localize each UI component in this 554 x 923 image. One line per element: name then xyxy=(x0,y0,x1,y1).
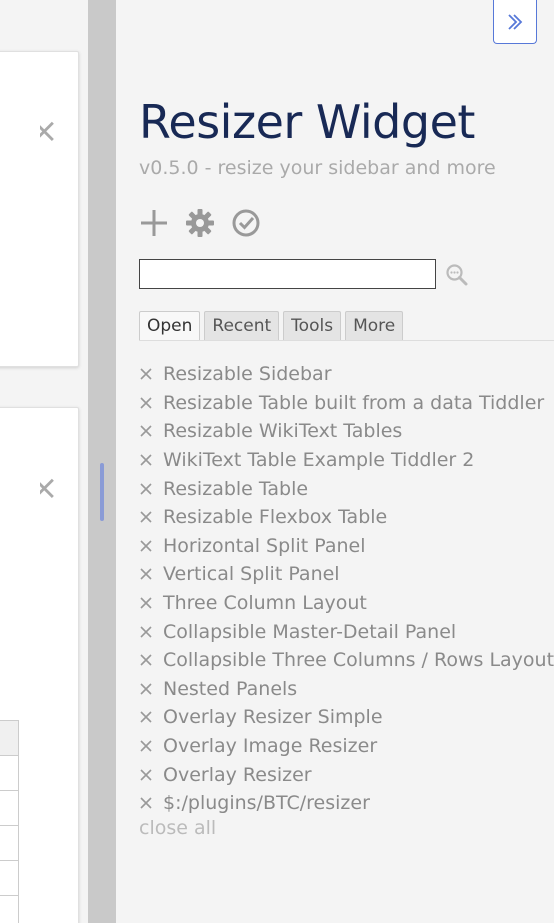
list-item: Three Column Layout xyxy=(139,589,554,618)
tiddler-link[interactable]: Horizontal Split Panel xyxy=(163,535,365,557)
site-subtitle: v0.5.0 - resize your sidebar and more xyxy=(139,157,496,179)
save-button[interactable] xyxy=(230,206,262,240)
close-icon[interactable] xyxy=(139,567,153,581)
tiddler-card xyxy=(0,51,79,367)
resize-handle[interactable] xyxy=(100,463,104,521)
tiddler-link[interactable]: Resizable Table built from a data Tiddle… xyxy=(163,392,544,414)
sidebar-tabs: Open Recent Tools More xyxy=(139,311,407,340)
close-icon[interactable] xyxy=(139,653,153,667)
table-header-cell xyxy=(0,720,19,756)
close-icon[interactable] xyxy=(139,396,153,410)
tiddler-link[interactable]: Resizable Flexbox Table xyxy=(163,506,387,528)
close-icon[interactable]: × xyxy=(40,116,56,146)
list-item: WikiText Table Example Tiddler 2 xyxy=(139,446,554,475)
list-item: Overlay Image Resizer xyxy=(139,732,554,761)
tiddler-link[interactable]: Resizable Sidebar xyxy=(163,363,332,385)
close-icon[interactable] xyxy=(139,768,153,782)
list-item: Collapsible Three Columns / Rows Layout xyxy=(139,646,554,675)
close-all-button[interactable]: close all xyxy=(139,817,216,839)
list-item: Resizable Sidebar xyxy=(139,360,554,389)
tiddler-link[interactable]: Overlay Image Resizer xyxy=(163,735,377,757)
tiddler-link[interactable]: WikiText Table Example Tiddler 2 xyxy=(163,449,474,471)
list-item: Overlay Resizer xyxy=(139,760,554,789)
tiddler-link[interactable]: Collapsible Master-Detail Panel xyxy=(163,621,456,643)
tiddler-link[interactable]: Vertical Split Panel xyxy=(163,563,340,585)
site-title: Resizer Widget xyxy=(139,95,475,149)
list-item: Resizable Table built from a data Tiddle… xyxy=(139,389,554,418)
open-tiddlers-list: Resizable Sidebar Resizable Table built f… xyxy=(139,360,554,818)
gear-icon xyxy=(186,209,214,237)
close-icon[interactable] xyxy=(139,710,153,724)
list-item: Nested Panels xyxy=(139,675,554,704)
close-icon[interactable] xyxy=(139,739,153,753)
page-controls xyxy=(138,206,262,240)
close-icon[interactable] xyxy=(139,453,153,467)
close-icon[interactable]: × xyxy=(40,473,56,503)
list-item: $:/plugins/BTC/resizer xyxy=(139,789,554,818)
tiddler-link[interactable]: Three Column Layout xyxy=(163,592,367,614)
search-icon xyxy=(446,264,468,286)
search-input[interactable] xyxy=(139,259,436,289)
check-circle-icon xyxy=(232,209,260,237)
tiddler-link[interactable]: $:/plugins/BTC/resizer xyxy=(163,792,370,814)
tab-tools[interactable]: Tools xyxy=(283,311,342,340)
sidebar: Resizer Widget v0.5.0 - resize your side… xyxy=(116,0,554,923)
list-item: Resizable WikiText Tables xyxy=(139,417,554,446)
table-cell xyxy=(0,860,19,896)
close-icon[interactable] xyxy=(139,424,153,438)
tiddler-link[interactable]: Resizable Table xyxy=(163,478,308,500)
list-item: Resizable Flexbox Table xyxy=(139,503,554,532)
list-item: Resizable Table xyxy=(139,474,554,503)
tiddler-link[interactable]: Resizable WikiText Tables xyxy=(163,420,402,442)
tiddler-link[interactable]: Nested Panels xyxy=(163,678,297,700)
close-icon[interactable] xyxy=(139,682,153,696)
table-cell xyxy=(0,825,19,861)
table xyxy=(0,720,19,923)
table-cell xyxy=(0,895,19,923)
list-item: Overlay Resizer Simple xyxy=(139,703,554,732)
new-tiddler-button[interactable] xyxy=(138,206,170,240)
list-item: Vertical Split Panel xyxy=(139,560,554,589)
table-cell xyxy=(0,755,19,791)
close-icon[interactable] xyxy=(139,367,153,381)
search-button[interactable] xyxy=(445,263,469,287)
close-icon[interactable] xyxy=(139,596,153,610)
tab-recent[interactable]: Recent xyxy=(204,311,280,340)
chevron-double-right-icon xyxy=(508,13,523,30)
tiddler-link[interactable]: Overlay Resizer Simple xyxy=(163,706,383,728)
tiddler-link[interactable]: Overlay Resizer xyxy=(163,764,312,786)
close-icon[interactable] xyxy=(139,796,153,810)
tab-more[interactable]: More xyxy=(345,311,404,340)
close-icon[interactable] xyxy=(139,510,153,524)
list-item: Collapsible Master-Detail Panel xyxy=(139,617,554,646)
table-cell xyxy=(0,790,19,826)
control-panel-button[interactable] xyxy=(184,206,216,240)
tiddler-link[interactable]: Collapsible Three Columns / Rows Layout xyxy=(163,649,554,671)
sidebar-resizer[interactable] xyxy=(88,0,116,923)
hide-sidebar-button[interactable] xyxy=(493,0,537,44)
story-river: × × xyxy=(0,0,88,923)
plus-icon xyxy=(141,210,167,236)
tab-divider xyxy=(139,340,554,341)
close-icon[interactable] xyxy=(139,539,153,553)
tab-open[interactable]: Open xyxy=(139,311,201,340)
list-item: Horizontal Split Panel xyxy=(139,532,554,561)
close-icon[interactable] xyxy=(139,625,153,639)
close-icon[interactable] xyxy=(139,482,153,496)
